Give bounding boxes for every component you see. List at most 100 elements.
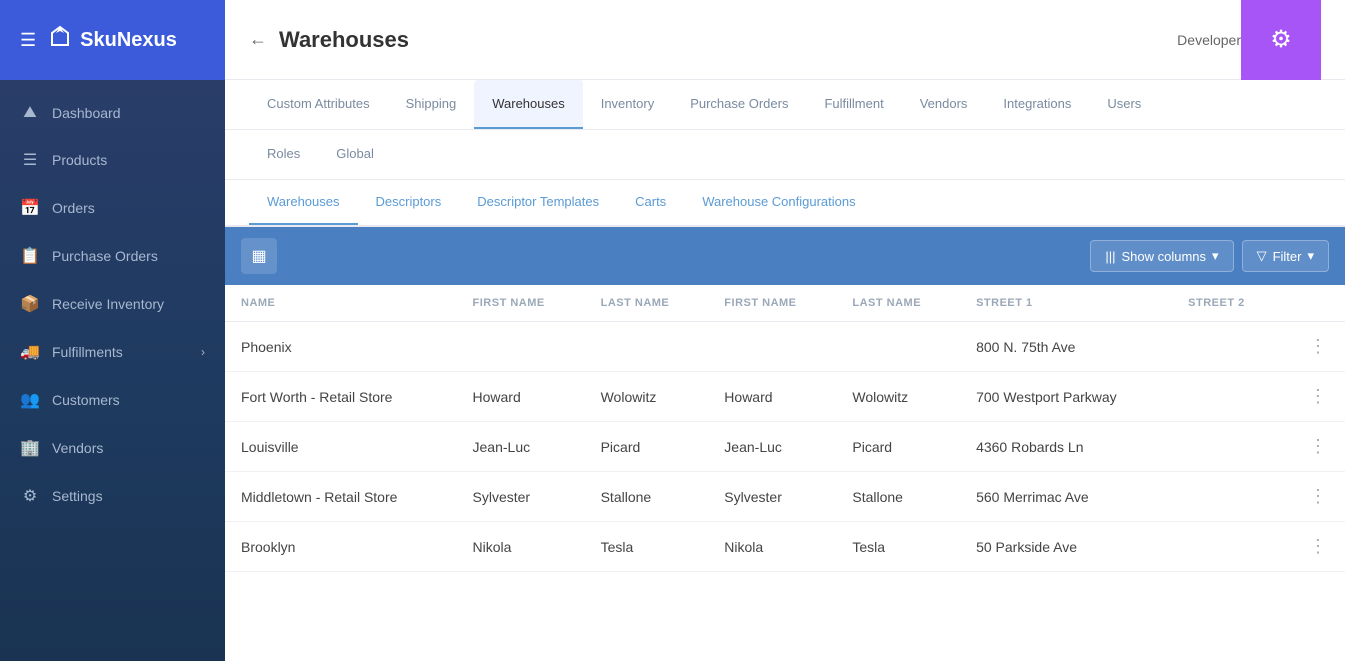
- tab-inventory[interactable]: Inventory: [583, 80, 672, 129]
- col-header-actions: [1281, 285, 1345, 322]
- products-icon: ☰: [20, 150, 40, 170]
- tab-fulfillment[interactable]: Fulfillment: [806, 80, 901, 129]
- col-header-last_name2: LAST NAME: [836, 285, 960, 322]
- sidebar-item-settings[interactable]: ⚙ Settings: [0, 472, 225, 520]
- subtab-descriptor-templates[interactable]: Descriptor Templates: [459, 180, 617, 225]
- col-header-street2: STREET 2: [1172, 285, 1281, 322]
- tab-custom-attributes[interactable]: Custom Attributes: [249, 80, 388, 129]
- subtab-warehouse-configurations[interactable]: Warehouse Configurations: [684, 180, 873, 225]
- tab-integrations[interactable]: Integrations: [985, 80, 1089, 129]
- subtab-carts[interactable]: Carts: [617, 180, 684, 225]
- table-row: Fort Worth - Retail StoreHowardWolowitzH…: [225, 372, 1345, 422]
- sidebar-item-label: Receive Inventory: [52, 296, 205, 312]
- cell-last_name: Wolowitz: [585, 372, 709, 422]
- cell-first_name2: Sylvester: [708, 472, 836, 522]
- table-area: ▦ ||| Show columns ▾ ▽ Filter ▾ NAMEFIRS…: [225, 227, 1345, 661]
- back-button[interactable]: ←: [249, 29, 267, 50]
- tab-purchase-orders[interactable]: Purchase Orders: [672, 80, 806, 129]
- columns-icon: |||: [1105, 249, 1115, 264]
- sidebar-item-label: Fulfillments: [52, 344, 189, 360]
- tab-shipping[interactable]: Shipping: [388, 80, 475, 129]
- cell-street2: [1172, 522, 1281, 572]
- sidebar-item-label: Purchase Orders: [52, 248, 205, 264]
- table-body: Phoenix800 N. 75th Ave⋮Fort Worth - Reta…: [225, 322, 1345, 572]
- filter-button[interactable]: ▽ Filter ▾: [1242, 240, 1329, 272]
- table-row: BrooklynNikolaTeslaNikolaTesla50 Parksid…: [225, 522, 1345, 572]
- table-toolbar: ▦ ||| Show columns ▾ ▽ Filter ▾: [225, 227, 1345, 285]
- sidebar-item-orders[interactable]: 📅 Orders: [0, 184, 225, 232]
- customers-icon: 👥: [20, 390, 40, 410]
- logo-area: SkuNexus: [48, 25, 177, 55]
- cell-name: Brooklyn: [225, 522, 457, 572]
- cell-first_name: Jean-Luc: [457, 422, 585, 472]
- cell-street1: 700 Westport Parkway: [960, 372, 1172, 422]
- cell-name: Fort Worth - Retail Store: [225, 372, 457, 422]
- toolbar-right: ||| Show columns ▾ ▽ Filter ▾: [1090, 240, 1329, 272]
- sidebar-item-products[interactable]: ☰ Products: [0, 136, 225, 184]
- table-row: Phoenix 800 N. 75th Ave ⋮: [225, 322, 1345, 372]
- cell-first_name2: Nikola: [708, 522, 836, 572]
- sidebar-item-customers[interactable]: 👥 Customers: [0, 376, 225, 424]
- subtab-descriptors[interactable]: Descriptors: [358, 180, 460, 225]
- user-label: Developer: [1177, 32, 1241, 48]
- receive-inventory-icon: 📦: [20, 294, 40, 314]
- sidebar-item-label: Orders: [52, 200, 205, 216]
- sidebar-nav: ⛰ Dashboard ☰ Products 📅 Orders 📋 Purcha…: [0, 80, 225, 661]
- cell-last_name: [585, 322, 709, 372]
- sidebar-item-dashboard[interactable]: ⛰ Dashboard: [0, 90, 225, 136]
- filter-chevron-icon: ▾: [1307, 248, 1314, 264]
- sidebar-item-purchase-orders[interactable]: 📋 Purchase Orders: [0, 232, 225, 280]
- sidebar-item-vendors[interactable]: 🏢 Vendors: [0, 424, 225, 472]
- cell-name: Louisville: [225, 422, 457, 472]
- vendors-icon: 🏢: [20, 438, 40, 458]
- subtabs-row: WarehousesDescriptorsDescriptor Template…: [225, 180, 1345, 227]
- col-header-name: NAME: [225, 285, 457, 322]
- cell-last_name2: Picard: [836, 422, 960, 472]
- tab-roles[interactable]: Roles: [249, 130, 318, 179]
- cell-name: Phoenix: [225, 322, 457, 372]
- row-actions-button[interactable]: ⋮: [1281, 522, 1345, 572]
- table-row: LouisvilleJean-LucPicardJean-LucPicard43…: [225, 422, 1345, 472]
- cell-last_name2: [836, 322, 960, 372]
- tab-warehouses[interactable]: Warehouses: [474, 80, 583, 129]
- row-actions-button[interactable]: ⋮: [1281, 372, 1345, 422]
- row-actions-button[interactable]: ⋮: [1281, 422, 1345, 472]
- sidebar-item-receive-inventory[interactable]: 📦 Receive Inventory: [0, 280, 225, 328]
- tab-global[interactable]: Global: [318, 130, 392, 179]
- cell-last_name: Tesla: [585, 522, 709, 572]
- filter-icon: ▽: [1257, 248, 1267, 264]
- sidebar-item-fulfillments[interactable]: 🚚 Fulfillments ›: [0, 328, 225, 376]
- hamburger-icon[interactable]: ☰: [20, 30, 36, 51]
- settings-gear-button[interactable]: ⚙: [1241, 0, 1321, 80]
- topbar: ← Warehouses Developer ⚙: [225, 0, 1345, 80]
- cell-first_name: [457, 322, 585, 372]
- toolbar-left: ▦: [241, 238, 277, 274]
- purchase-orders-icon: 📋: [20, 246, 40, 266]
- cell-first_name2: Howard: [708, 372, 836, 422]
- chevron-right-icon: ›: [201, 345, 205, 359]
- chevron-down-icon: ▾: [1212, 248, 1219, 264]
- row-actions-button[interactable]: ⋮: [1281, 322, 1345, 372]
- fulfillments-icon: 🚚: [20, 342, 40, 362]
- table-icon-button[interactable]: ▦: [241, 238, 277, 274]
- cell-first_name: Howard: [457, 372, 585, 422]
- show-columns-button[interactable]: ||| Show columns ▾: [1090, 240, 1233, 272]
- table-row: Middletown - Retail StoreSylvesterStallo…: [225, 472, 1345, 522]
- tab-vendors[interactable]: Vendors: [902, 80, 986, 129]
- cell-street1: 800 N. 75th Ave: [960, 322, 1172, 372]
- cell-name: Middletown - Retail Store: [225, 472, 457, 522]
- gear-icon: ⚙: [1270, 25, 1292, 54]
- col-header-first_name: FIRST NAME: [457, 285, 585, 322]
- sidebar-item-label: Dashboard: [52, 105, 205, 121]
- topbar-left: ← Warehouses: [249, 27, 409, 53]
- subtab-warehouses[interactable]: Warehouses: [249, 180, 358, 225]
- cell-first_name2: Jean-Luc: [708, 422, 836, 472]
- sidebar-item-label: Customers: [52, 392, 205, 408]
- table-grid-icon: ▦: [251, 246, 266, 266]
- tabs-row-2: RolesGlobal: [225, 130, 1345, 180]
- sidebar: ☰ SkuNexus ⛰ Dashboard ☰ Products 📅 Orde…: [0, 0, 225, 661]
- orders-icon: 📅: [20, 198, 40, 218]
- sidebar-item-label: Vendors: [52, 440, 205, 456]
- row-actions-button[interactable]: ⋮: [1281, 472, 1345, 522]
- tab-users[interactable]: Users: [1089, 80, 1159, 129]
